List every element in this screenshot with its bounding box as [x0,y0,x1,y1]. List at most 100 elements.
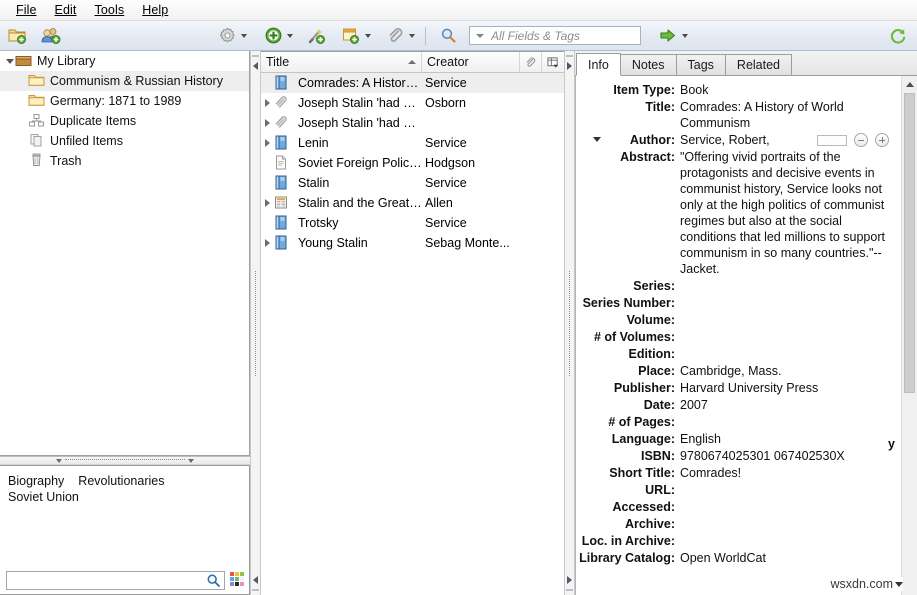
table-row[interactable]: Soviet Foreign Policy: Men... Hodgson [261,153,564,173]
field-edition-value[interactable] [680,346,895,362]
tag-soviet-union[interactable]: Soviet Union [8,489,79,505]
collections-items-splitter[interactable] [250,51,261,595]
new-collection-button[interactable] [4,24,30,48]
splitter-right-arrow[interactable] [567,62,572,70]
scroll-up-arrow[interactable] [902,76,917,92]
locate-button[interactable] [655,24,681,48]
sidebar-item-communism-russian-history[interactable]: Communism & Russian History [0,71,249,91]
field-publisher-value[interactable]: Harvard University Press [680,380,895,396]
table-row[interactable]: Trotsky Service [261,213,564,233]
splitter-collapse-left-arrow[interactable] [56,459,62,463]
field-author-value[interactable]: Service, Robert, [680,132,895,148]
row-twisty[interactable] [261,99,274,107]
sidebar-item-unfiled-items[interactable]: Unfiled Items [0,131,249,151]
field-library-catalog-value[interactable]: Open WorldCat [680,550,895,566]
quick-search-input[interactable]: All Fields & Tags [491,29,580,43]
quick-search-box[interactable]: All Fields & Tags [469,26,641,45]
collections-tree[interactable]: My Library Communism & Russian History [0,51,250,456]
field-archive-value[interactable] [680,516,895,532]
menu-edit[interactable]: Edit [47,1,87,20]
splitter-right-arrow-bottom[interactable] [567,576,572,584]
column-picker-button[interactable] [542,52,564,72]
items-info-splitter[interactable] [564,51,575,595]
tag-biography[interactable]: Biography [8,473,64,489]
splitter-left-arrow-bottom[interactable] [253,576,258,584]
my-library-twisty[interactable] [4,56,15,67]
table-row[interactable]: Stalin Service [261,173,564,193]
tab-notes[interactable]: Notes [620,54,677,75]
new-note-button[interactable] [338,24,364,48]
folder-icon [28,73,46,89]
field-short-title-value[interactable]: Comrades! [680,465,895,481]
row-twisty[interactable] [261,139,274,147]
row-twisty[interactable] [261,239,274,247]
menu-help[interactable]: Help [134,1,178,20]
scrollbar-thumb[interactable] [904,93,915,393]
new-group-button[interactable] [38,24,64,48]
locate-dropdown-caret[interactable] [682,34,688,38]
author-disclosure-icon[interactable] [593,137,601,142]
field-loc-in-archive-value[interactable] [680,533,895,549]
advanced-search-button[interactable] [435,24,461,48]
actions-button[interactable] [214,24,240,48]
column-header-creator[interactable]: Creator [422,52,520,72]
tab-related[interactable]: Related [725,54,792,75]
menu-tools[interactable]: Tools [87,1,135,20]
table-row[interactable]: Lenin Service [261,133,564,153]
field-isbn-value[interactable]: 9780674025301 067402530X [680,448,895,464]
sidebar-item-trash[interactable]: Trash [0,151,249,171]
actions-dropdown-caret[interactable] [241,34,247,38]
add-attachment-button[interactable] [382,24,408,48]
table-row[interactable]: Joseph Stalin 'had generati... [261,113,564,133]
new-item-button[interactable] [260,24,286,48]
menu-file[interactable]: File [8,1,47,20]
column-header-title[interactable]: Title [261,52,422,72]
paperclip-icon [387,27,404,44]
field-title-value[interactable]: Comrades: A History of World Communism [680,99,895,131]
field-volume-value[interactable] [680,312,895,328]
field-accessed-value[interactable] [680,499,895,515]
new-note-dropdown-caret[interactable] [365,34,371,38]
switch-name-mode-button[interactable] [817,135,847,146]
sidebar-item-duplicate-items[interactable]: Duplicate Items [0,111,249,131]
sidebar-item-my-library[interactable]: My Library [0,51,249,71]
table-row[interactable]: Young Stalin Sebag Monte... [261,233,564,253]
tab-info[interactable]: Info [576,53,621,76]
table-row[interactable]: Joseph Stalin 'had generati... Osborn [261,93,564,113]
field-date-value[interactable]: 2007 [680,397,895,413]
remove-creator-button[interactable] [854,133,868,147]
field-item-type-value[interactable]: Book [680,82,895,98]
tag-revolutionaries[interactable]: Revolutionaries [78,473,164,489]
field-series-value[interactable] [680,278,895,294]
table-row[interactable]: Comrades: A History of W... Service [261,73,564,93]
tag-color-picker-button[interactable] [229,571,245,590]
field-num-volumes-value[interactable] [680,329,895,345]
splitter-left-arrow[interactable] [253,62,258,70]
field-num-pages-value[interactable] [680,414,895,430]
sync-refresh-icon [889,27,907,45]
field-language-value[interactable]: English [680,431,895,447]
tab-tags[interactable]: Tags [676,54,726,75]
new-item-dropdown-caret[interactable] [287,34,293,38]
row-twisty[interactable] [261,199,274,207]
tag-filter-input[interactable] [6,571,225,590]
column-header-attachments[interactable] [520,52,542,72]
search-scope-caret[interactable] [476,34,484,38]
tag-selector-splitter[interactable] [0,456,250,465]
sidebar-item-germany-1871-to-1989[interactable]: Germany: 1871 to 1989 [0,91,249,111]
info-pane-scrollbar[interactable] [901,76,917,595]
field-url-value[interactable] [680,482,895,498]
add-attachment-dropdown-caret[interactable] [409,34,415,38]
field-series-number-value[interactable] [680,295,895,311]
table-row[interactable]: Stalin and the Great Terror... Allen [261,193,564,213]
tab-tags-label: Tags [688,58,714,72]
row-twisty[interactable] [261,119,274,127]
add-by-identifier-button[interactable] [304,24,330,48]
sync-button[interactable] [885,24,911,48]
field-abstract-value[interactable]: "Offering vivid portraits of the protago… [680,149,895,277]
field-place-value[interactable]: Cambridge, Mass. [680,363,895,379]
add-creator-button[interactable] [875,133,889,147]
splitter-collapse-right-arrow[interactable] [188,459,194,463]
green-arrow-icon [659,28,677,43]
items-list[interactable]: Comrades: A History of W... Service Jose… [261,73,564,595]
